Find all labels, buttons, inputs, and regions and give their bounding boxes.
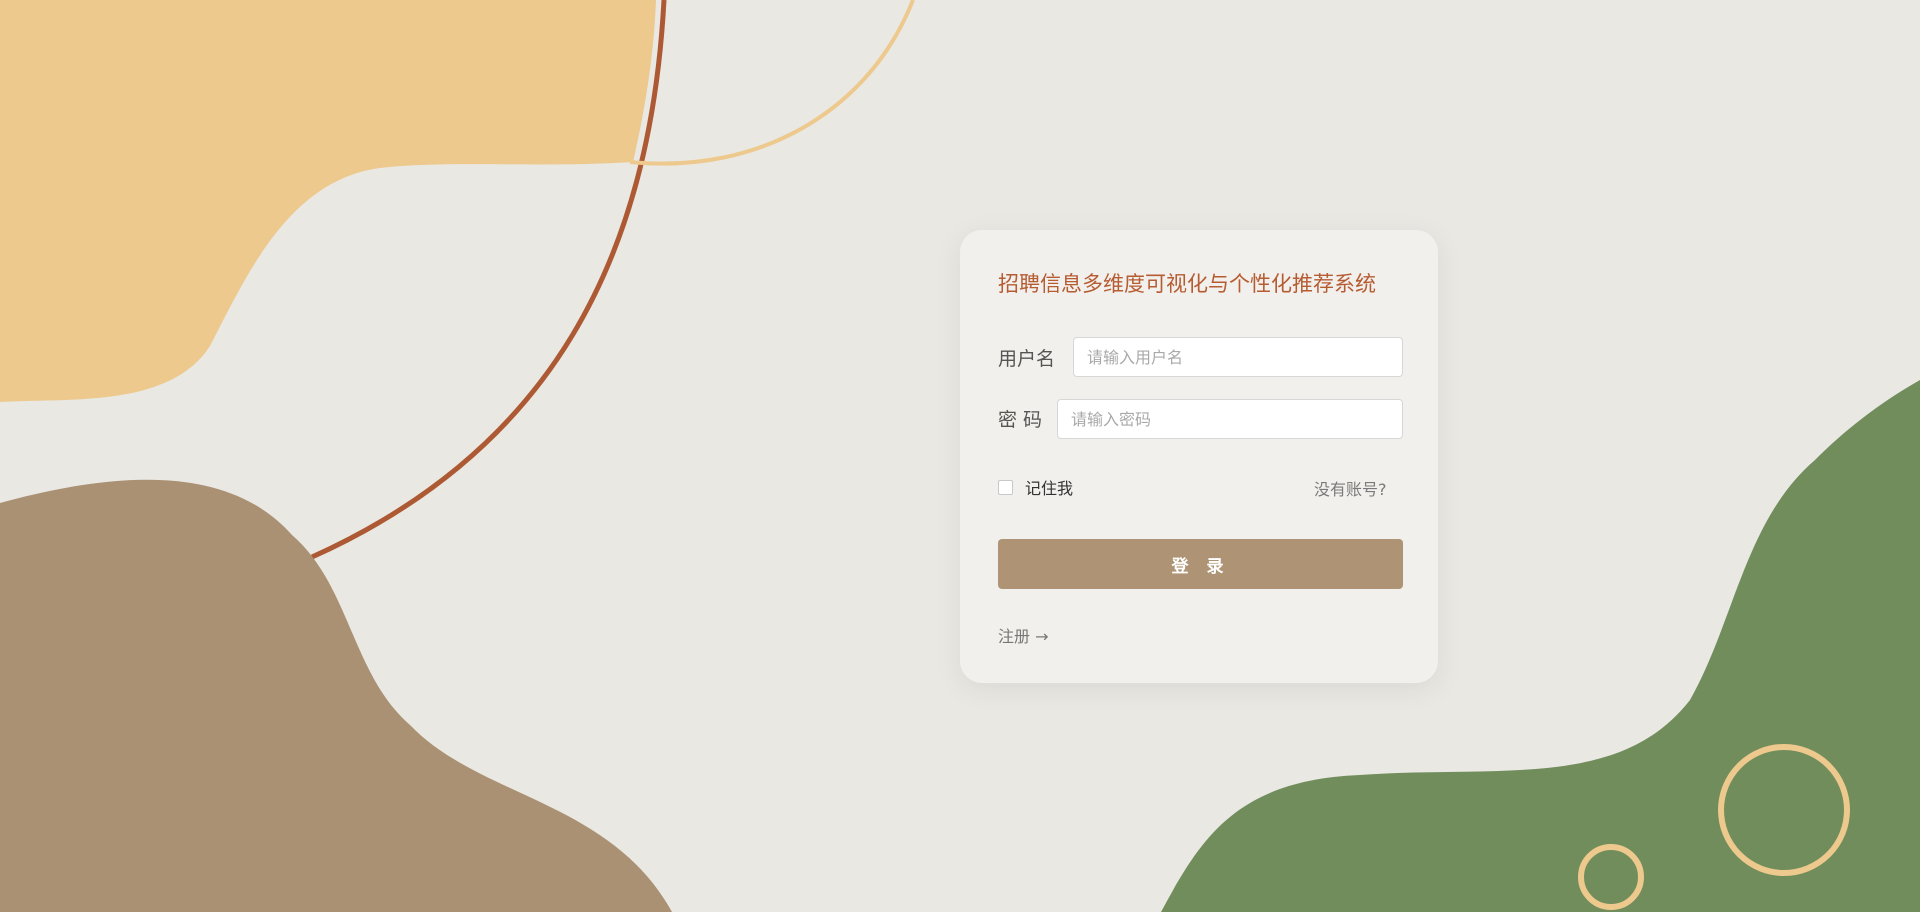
username-label: 用户名 (998, 348, 1056, 370)
register-link[interactable]: 注册 → (998, 623, 1049, 647)
no-account-link[interactable]: 没有账号? (1314, 476, 1387, 500)
login-card: 招聘信息多维度可视化与个性化推荐系统 用户名 密 码 记住我 没有账号? 登 录… (960, 230, 1438, 683)
remember-me-checkbox[interactable] (998, 479, 1013, 495)
password-label: 密 码 (998, 409, 1043, 431)
username-input[interactable] (1073, 337, 1403, 377)
remember-me-option[interactable]: 记住我 (998, 476, 1073, 498)
remember-me-label: 记住我 (1025, 479, 1074, 498)
yellow-blob (0, 0, 656, 402)
password-input[interactable] (1057, 399, 1403, 439)
tan-arc-line (629, 0, 915, 166)
system-title: 招聘信息多维度可视化与个性化推荐系统 (998, 272, 1376, 296)
login-button[interactable]: 登 录 (998, 539, 1403, 589)
